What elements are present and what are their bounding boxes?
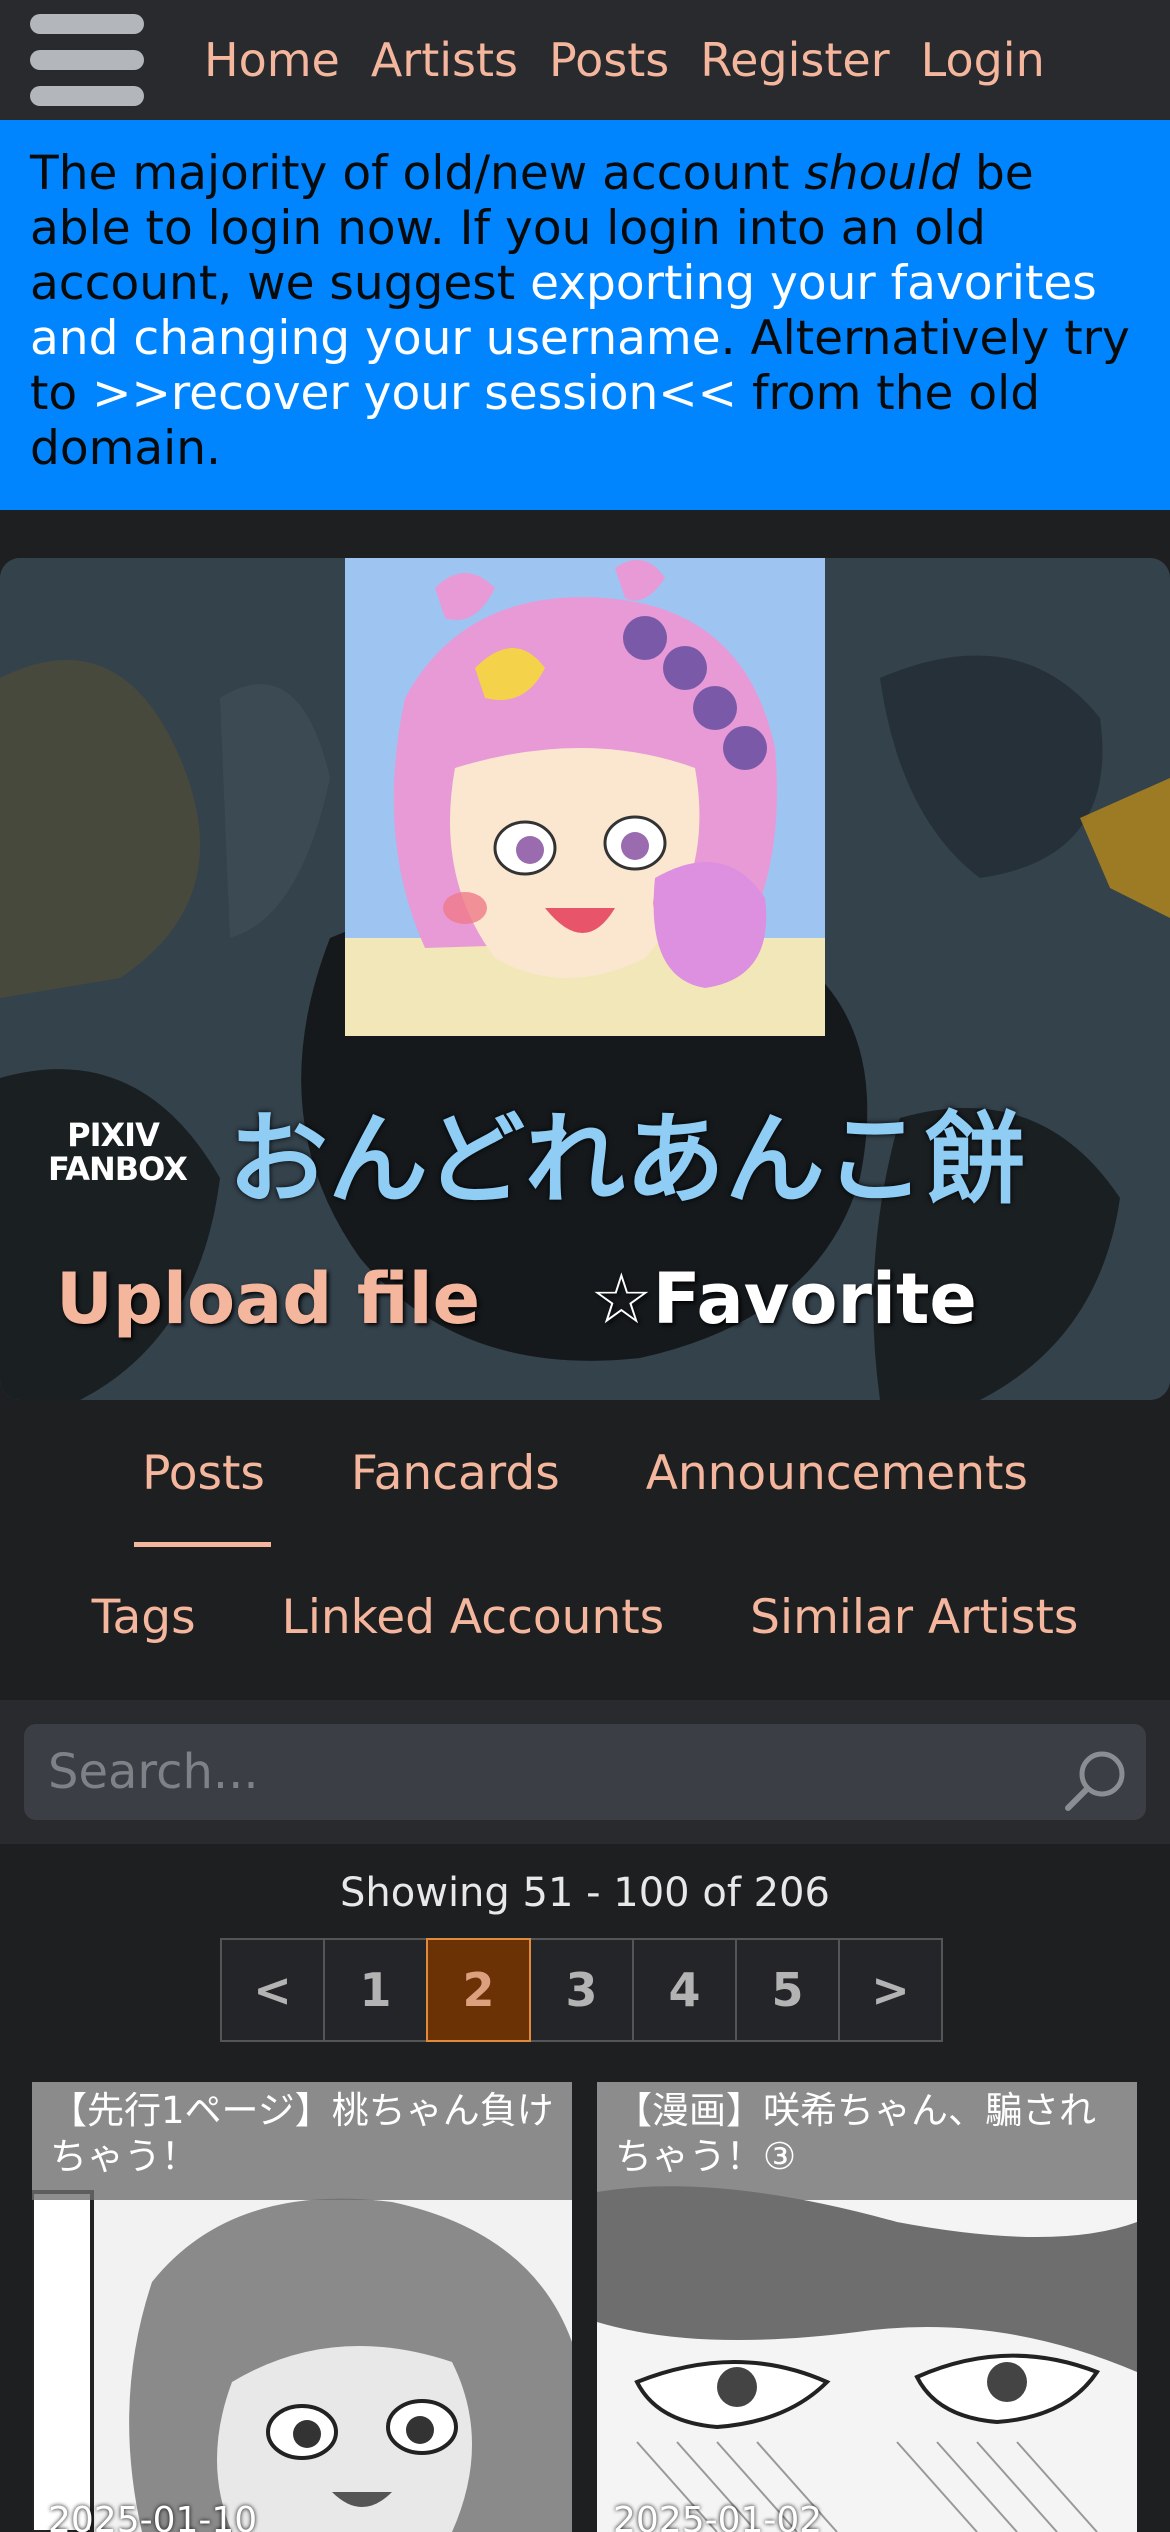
prev-page-button[interactable]: < [220, 1938, 325, 2042]
page-1-button[interactable]: 1 [323, 1938, 428, 2042]
post-title: 【先行1ページ】桃ちゃん負けちゃう！ [32, 2082, 572, 2200]
artist-header: PIXIV FANBOX おんどれあんこ餅 Upload file ☆Favor… [0, 558, 1170, 1400]
tab-similar-artists[interactable]: Similar Artists [750, 1590, 1078, 1645]
search-icon[interactable] [1064, 1748, 1128, 1812]
pagination: < 1 2 3 4 5 > [220, 1938, 943, 2042]
nav-home-link[interactable]: Home [204, 33, 340, 87]
post-date: 2025-01-02 [613, 2500, 823, 2532]
nav-artists-link[interactable]: Artists [371, 33, 518, 87]
upload-file-button[interactable]: Upload file [56, 1258, 480, 1340]
announcement-emphasis: should [804, 146, 961, 201]
favorite-button[interactable]: ☆Favorite [590, 1258, 977, 1340]
page-5-button[interactable]: 5 [735, 1938, 840, 2042]
menu-icon[interactable] [30, 14, 144, 106]
search-bar [0, 1700, 1170, 1844]
tab-fancards[interactable]: Fancards [351, 1446, 560, 1501]
nav-register-link[interactable]: Register [700, 33, 889, 87]
results-count: Showing 51 - 100 of 206 [340, 1870, 830, 1916]
recover-session-link[interactable]: >>recover your session<< [92, 366, 737, 421]
post-card[interactable]: 【漫画】咲希ちゃん、騙されちゃう！③ 2025-01-02 [597, 2082, 1137, 2532]
next-page-button[interactable]: > [838, 1938, 943, 2042]
tab-linked-accounts[interactable]: Linked Accounts [282, 1590, 665, 1645]
post-title: 【漫画】咲希ちゃん、騙されちゃう！③ [597, 2082, 1137, 2200]
nav-login-link[interactable]: Login [921, 33, 1045, 87]
post-card[interactable]: 【先行1ページ】桃ちゃん負けちゃう！ 2025-01-10 [32, 2082, 572, 2532]
post-date: 2025-01-10 [48, 2500, 258, 2532]
tab-posts[interactable]: Posts [134, 1446, 271, 1547]
star-icon: ☆ [590, 1258, 653, 1340]
nav-links: Home Artists Posts Register Login [204, 0, 1076, 120]
page-3-button[interactable]: 3 [529, 1938, 634, 2042]
announcement-banner: The majority of old/new account should b… [0, 120, 1170, 510]
service-logo-line2: FANBOX [48, 1150, 188, 1188]
tab-tags[interactable]: Tags [92, 1590, 196, 1645]
top-nav: Home Artists Posts Register Login [0, 0, 1170, 120]
artist-name[interactable]: おんどれあんこ餅 [228, 1078, 1025, 1223]
search-input[interactable] [24, 1724, 1146, 1820]
service-logo: PIXIV FANBOX [48, 1116, 188, 1188]
tabs-row-1: Posts Fancards Announcements [0, 1446, 1170, 1547]
nav-posts-link[interactable]: Posts [549, 33, 669, 87]
tab-announcements[interactable]: Announcements [646, 1446, 1028, 1501]
page-2-button[interactable]: 2 [426, 1938, 531, 2042]
artist-avatar[interactable] [345, 558, 825, 1036]
favorite-label: Favorite [652, 1258, 977, 1340]
tabs-row-2: Tags Linked Accounts Similar Artists [0, 1590, 1170, 1645]
announcement-text: The majority of old/new account [30, 146, 805, 201]
page-4-button[interactable]: 4 [632, 1938, 737, 2042]
service-logo-line1: PIXIV [67, 1116, 160, 1154]
